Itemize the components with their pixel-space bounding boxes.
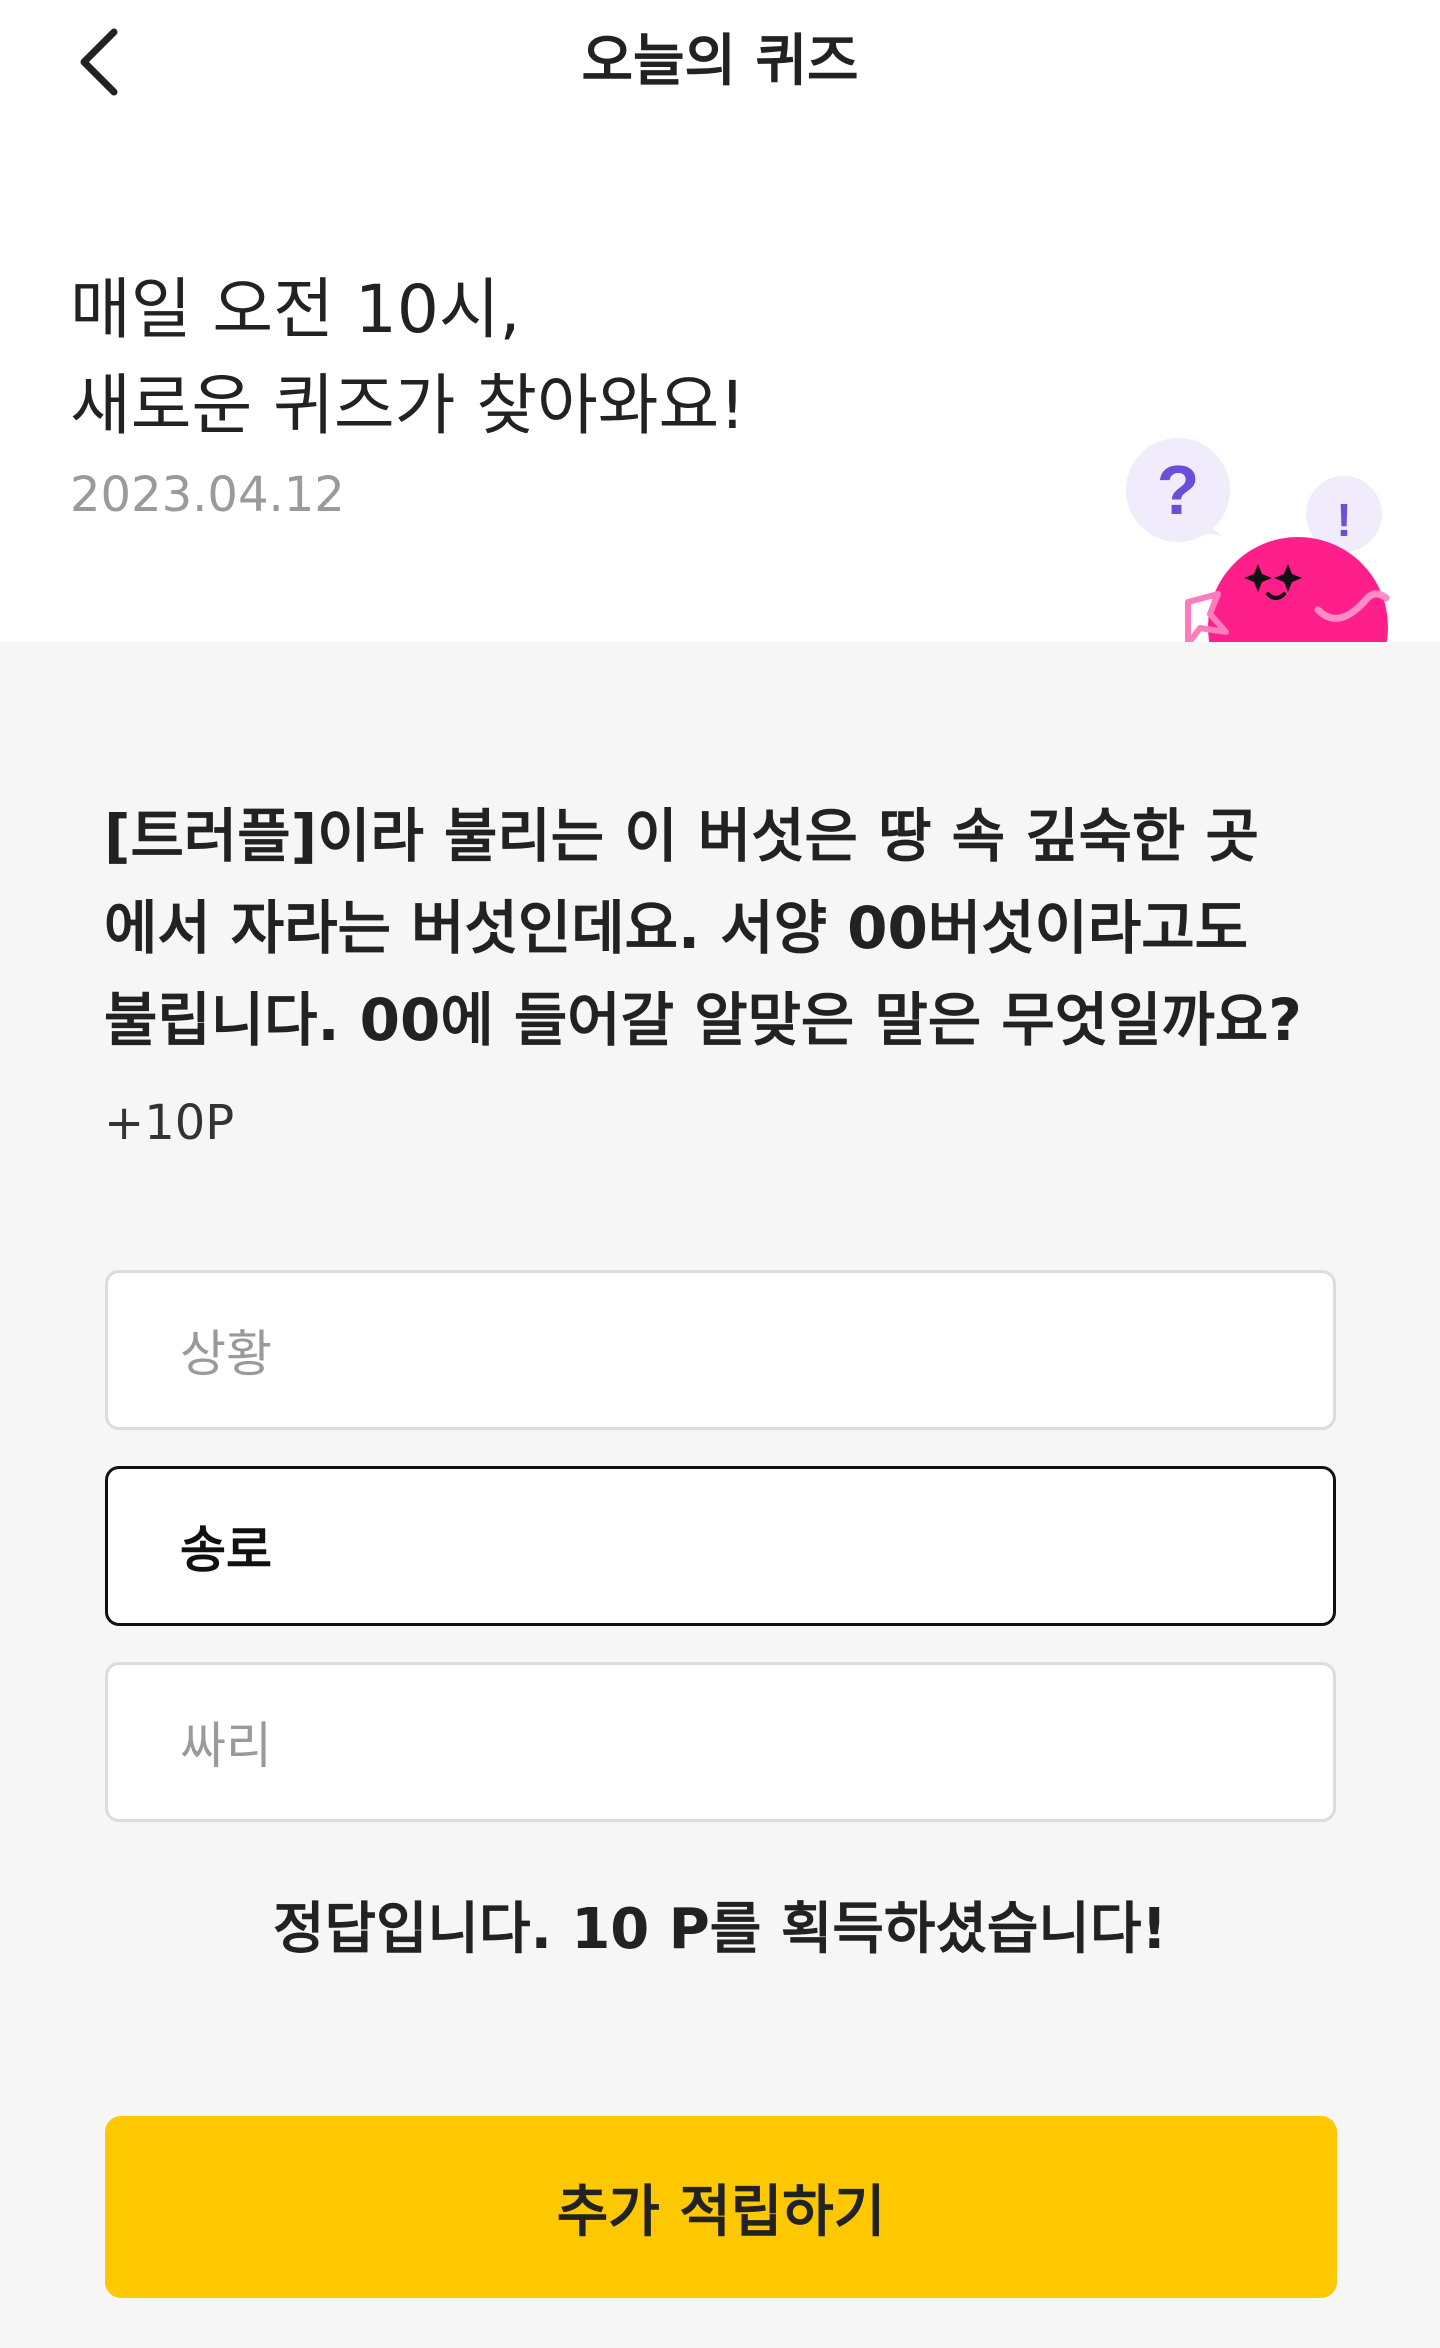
top-section: 오늘의 퀴즈 매일 오전 10시, 새로운 퀴즈가 찾아와요! 2023.04.… <box>0 0 1440 642</box>
pink-character-icon <box>1185 537 1390 642</box>
quiz-points: +10P <box>104 1095 235 1151</box>
intro-line-2: 새로운 퀴즈가 찾아와요! <box>70 367 746 444</box>
bubble-question-mark: ? <box>1157 451 1200 529</box>
result-message: 정답입니다. 10 P를 획득하셨습니다! <box>272 1897 1168 1962</box>
header: 오늘의 퀴즈 <box>0 0 1440 124</box>
bubble-exclaim-mark: ! <box>1336 494 1351 546</box>
question-line-1: [트러플]이라 불리는 이 버섯은 땅 속 깊숙한 곳 <box>104 802 1259 870</box>
question-line-3: 불립니다. 00에 들어갈 알맞은 말은 무엇일까요? <box>104 986 1302 1054</box>
quiz-question: [트러플]이라 불리는 이 버섯은 땅 속 깊숙한 곳 에서 자라는 버섯인데요… <box>104 790 1344 1066</box>
answer-option-1[interactable]: 상황 <box>105 1270 1336 1430</box>
answer-option-label: 싸리 <box>180 1717 272 1775</box>
question-line-2: 에서 자라는 버섯인데요. 서양 00버섯이라고도 <box>104 894 1248 962</box>
answer-option-label: 상황 <box>180 1325 272 1383</box>
question-bubble-icon: ? <box>1126 438 1230 542</box>
intro-line-1: 매일 오전 10시, <box>70 271 521 348</box>
earn-more-button[interactable]: 추가 적립하기 <box>105 2116 1337 2298</box>
answer-option-label: 송로 <box>180 1521 272 1579</box>
quiz-mascot-illustration: ? ! <box>1118 432 1440 642</box>
quiz-date: 2023.04.12 <box>70 467 345 523</box>
intro-text: 매일 오전 10시, 새로운 퀴즈가 찾아와요! <box>70 262 746 454</box>
answer-option-2-selected[interactable]: 송로 <box>105 1466 1336 1626</box>
earn-more-button-label: 추가 적립하기 <box>556 2179 886 2245</box>
answer-option-3[interactable]: 싸리 <box>105 1662 1336 1822</box>
page-title: 오늘의 퀴즈 <box>581 29 859 94</box>
